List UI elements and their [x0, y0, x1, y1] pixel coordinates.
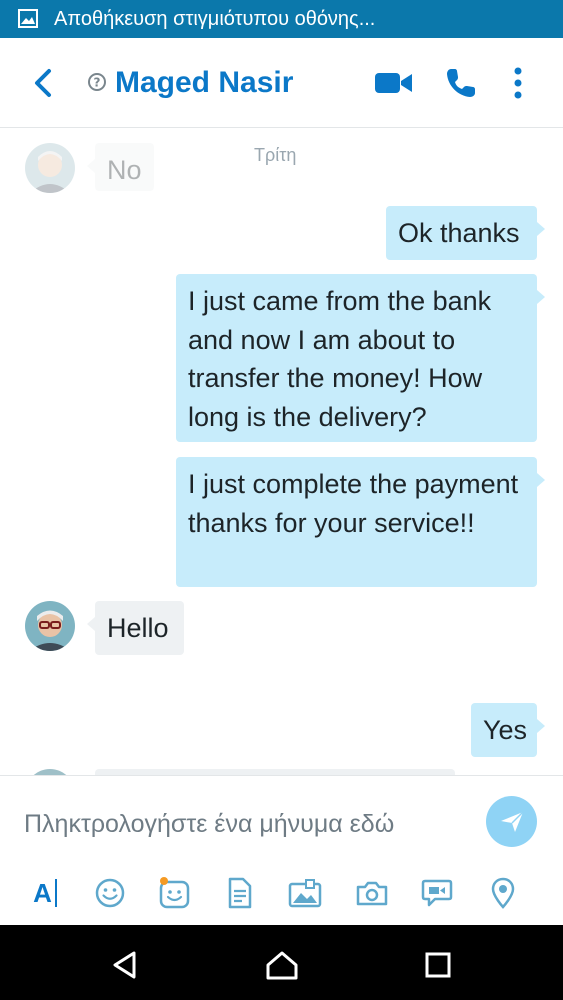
location-icon [491, 877, 515, 909]
message-bubble-outgoing[interactable]: Ok thanks [386, 206, 545, 260]
send-file-button[interactable] [222, 875, 258, 911]
message-list[interactable]: Τρίτη No Ok thanks I just came from the … [0, 129, 563, 775]
unknown-presence-icon: ? [88, 73, 106, 91]
back-triangle-icon [113, 951, 136, 979]
moji-button[interactable] [157, 875, 193, 911]
home-icon [266, 951, 298, 980]
file-icon [228, 877, 252, 909]
video-message-icon [421, 879, 453, 907]
location-button[interactable] [485, 875, 521, 911]
avatar-image [25, 601, 75, 651]
emoticon-button[interactable] [92, 875, 128, 911]
system-recents-button[interactable] [418, 945, 458, 985]
notification-dot [160, 877, 168, 885]
photo-gallery-icon [288, 879, 322, 908]
video-call-icon [375, 73, 412, 93]
message-bubble-incoming[interactable]: Hello [87, 601, 184, 655]
image-icon [18, 9, 38, 28]
cursor-bar [54, 879, 57, 907]
text-format-button[interactable]: A [27, 875, 63, 911]
svg-text:?: ? [94, 76, 101, 90]
phone-icon [447, 69, 475, 97]
video-call-button[interactable] [374, 64, 414, 102]
send-button[interactable] [486, 796, 537, 847]
system-home-button[interactable] [262, 945, 302, 985]
contact-avatar[interactable] [25, 601, 75, 651]
notification-text: Αποθήκευση στιγμιότυπου οθόνης... [54, 8, 376, 30]
chevron-left-icon[interactable] [30, 68, 56, 98]
video-message-button[interactable] [419, 875, 455, 911]
recents-icon [425, 952, 451, 978]
message-bubble-outgoing[interactable]: I just came from the bank and now I am a… [176, 274, 545, 442]
message-input[interactable] [24, 804, 474, 844]
notification-bar: Αποθήκευση στιγμιότυπου οθόνης... [0, 0, 563, 38]
message-bubble-outgoing[interactable]: I just complete the payment thanks for y… [176, 457, 545, 587]
contact-avatar[interactable] [25, 143, 75, 193]
moji-icon [159, 877, 190, 909]
message-bubble-incoming[interactable]: No [87, 143, 154, 191]
conversation-header: ? Maged Nasir [0, 38, 563, 128]
message-bubble-outgoing[interactable]: Yes [471, 703, 545, 757]
day-separator: Τρίτη [254, 145, 297, 165]
camera-button[interactable] [354, 875, 390, 911]
camera-icon [356, 881, 388, 906]
message-composer: A [0, 775, 563, 925]
send-icon [500, 810, 524, 832]
text-format-icon: A [33, 877, 52, 908]
system-navigation-bar [0, 925, 563, 1000]
audio-call-button[interactable] [441, 64, 481, 102]
composer-toolbar: A [0, 871, 563, 915]
more-vertical-icon [514, 67, 522, 99]
avatar-image [25, 143, 75, 193]
photo-gallery-button[interactable] [287, 875, 323, 911]
emoticon-icon [95, 878, 125, 908]
more-options-button[interactable] [500, 64, 536, 102]
contact-name[interactable]: Maged Nasir [115, 66, 293, 100]
system-back-button[interactable] [105, 945, 145, 985]
